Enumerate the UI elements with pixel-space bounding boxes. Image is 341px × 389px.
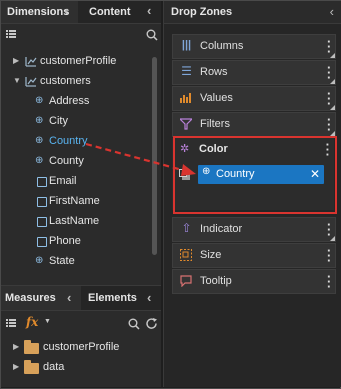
drag-arrow [85, 142, 196, 176]
